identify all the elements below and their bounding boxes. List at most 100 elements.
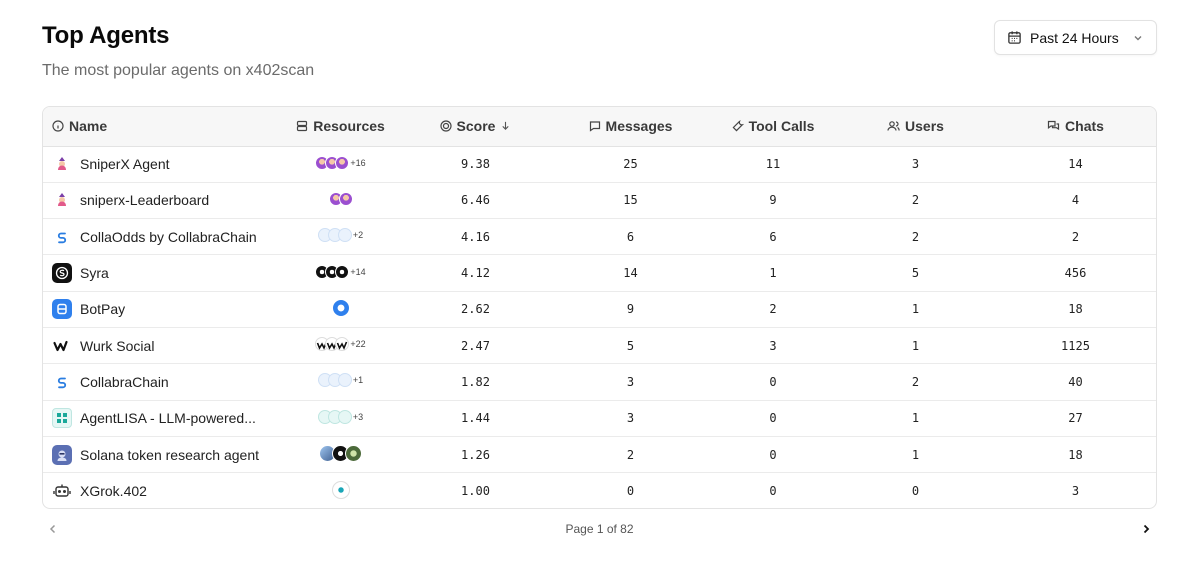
pagination: Page 1 of 82 bbox=[42, 518, 1157, 540]
sniperx-icon bbox=[52, 190, 72, 210]
messages-value: 14 bbox=[623, 266, 638, 281]
resource-avatar bbox=[331, 298, 350, 317]
solana-agent-icon bbox=[52, 444, 72, 465]
column-header-name[interactable]: Name bbox=[43, 107, 283, 146]
server-icon bbox=[296, 120, 308, 132]
messages-value: 6 bbox=[626, 229, 635, 244]
resources-more-count: +1 bbox=[352, 375, 364, 386]
resources-avatars: +2 bbox=[317, 228, 363, 243]
tool-calls-value: 0 bbox=[769, 484, 777, 499]
chats-value: 4 bbox=[1071, 193, 1080, 208]
agents-table: Name Resources Score Messages Tool Calls… bbox=[42, 106, 1157, 509]
table-row[interactable]: SniperX Agent +16 9.38 25 11 3 14 bbox=[43, 146, 1156, 183]
resources-more-count: +3 bbox=[352, 411, 364, 422]
agent-name[interactable]: SniperX Agent bbox=[80, 156, 170, 172]
score-value: 1.44 bbox=[461, 411, 490, 426]
agent-name[interactable]: sniperx-Leaderboard bbox=[80, 192, 209, 208]
users-value: 2 bbox=[911, 229, 920, 244]
agent-name[interactable]: Wurk Social bbox=[80, 338, 154, 354]
messages-value: 3 bbox=[626, 411, 635, 426]
column-header-chats[interactable]: Chats bbox=[993, 107, 1156, 146]
tool-calls-value: 0 bbox=[769, 447, 777, 462]
chats-icon bbox=[1047, 120, 1060, 132]
chats-value: 2 bbox=[1071, 229, 1080, 244]
resource-avatar bbox=[335, 337, 350, 352]
resources-more-count: +16 bbox=[350, 157, 366, 168]
users-value: 1 bbox=[911, 302, 920, 317]
page-subtitle: The most popular agents on x402scan bbox=[42, 62, 315, 79]
agent-name[interactable]: XGrok.402 bbox=[80, 483, 147, 499]
column-header-users[interactable]: Users bbox=[838, 107, 993, 146]
info-circle-icon bbox=[52, 120, 64, 132]
previous-page-button[interactable] bbox=[42, 518, 64, 540]
resource-avatar bbox=[337, 373, 352, 388]
resources-avatars: +1 bbox=[317, 373, 364, 388]
agent-name[interactable]: BotPay bbox=[80, 301, 125, 317]
messages-value: 0 bbox=[626, 484, 635, 499]
target-icon bbox=[439, 120, 452, 132]
table-row[interactable]: Wurk Social +22 2.47 5 3 1 1125 bbox=[43, 327, 1156, 364]
tool-calls-value: 0 bbox=[769, 374, 777, 389]
resources-avatars: +3 bbox=[317, 409, 364, 424]
sniperx-icon bbox=[52, 154, 72, 174]
table-row[interactable]: sniperx-Leaderboard 6.46 15 9 2 4 bbox=[43, 182, 1156, 219]
resources-avatars: +22 bbox=[315, 337, 366, 352]
users-value: 2 bbox=[911, 374, 920, 389]
users-icon bbox=[887, 120, 900, 132]
next-page-button[interactable] bbox=[1135, 518, 1157, 540]
users-value: 3 bbox=[911, 157, 920, 172]
agent-name[interactable]: Syra bbox=[80, 265, 109, 281]
messages-value: 25 bbox=[623, 157, 638, 172]
table-row[interactable]: XGrok.402 1.00 0 0 0 3 bbox=[43, 473, 1156, 508]
chats-value: 14 bbox=[1068, 157, 1083, 172]
table-row[interactable]: CollaOdds by CollabraChain +2 4.16 6 6 2… bbox=[43, 219, 1156, 255]
agent-name[interactable]: CollabraChain bbox=[80, 374, 169, 390]
table-row[interactable]: AgentLISA - LLM-powered... +3 1.44 3 0 1… bbox=[43, 400, 1156, 437]
tool-calls-value: 1 bbox=[769, 266, 777, 281]
page-title: Top Agents bbox=[42, 22, 170, 49]
robot-icon bbox=[52, 481, 72, 501]
tool-calls-value: 0 bbox=[769, 411, 777, 426]
collabrachain-icon bbox=[52, 372, 72, 392]
time-range-select[interactable]: Past 24 Hours bbox=[994, 20, 1157, 55]
resource-avatar bbox=[331, 480, 350, 499]
page-indicator: Page 1 of 82 bbox=[565, 522, 634, 536]
score-value: 2.47 bbox=[461, 338, 490, 353]
users-value: 5 bbox=[911, 266, 920, 281]
agent-name[interactable]: Solana token research agent bbox=[80, 447, 259, 463]
chats-value: 1125 bbox=[1061, 338, 1090, 353]
resources-avatars bbox=[328, 191, 353, 206]
collabrachain-icon bbox=[52, 227, 72, 247]
column-header-tool-calls[interactable]: Tool Calls bbox=[708, 107, 838, 146]
tool-calls-value: 11 bbox=[765, 157, 781, 172]
wrench-icon bbox=[732, 119, 744, 132]
chats-value: 18 bbox=[1068, 447, 1083, 462]
resources-more-count: +22 bbox=[350, 339, 366, 350]
messages-value: 9 bbox=[626, 302, 635, 317]
agent-name[interactable]: CollaOdds by CollabraChain bbox=[80, 229, 257, 245]
tool-calls-value: 6 bbox=[769, 229, 777, 244]
resources-avatars bbox=[319, 444, 362, 462]
score-value: 4.12 bbox=[461, 266, 490, 281]
chats-value: 18 bbox=[1068, 302, 1083, 317]
messages-value: 2 bbox=[626, 447, 635, 462]
chats-value: 3 bbox=[1071, 484, 1080, 499]
table-row[interactable]: Solana token research agent 1.26 2 0 1 1… bbox=[43, 436, 1156, 473]
score-value: 1.26 bbox=[461, 447, 490, 462]
score-value: 1.82 bbox=[461, 374, 490, 389]
agent-name[interactable]: AgentLISA - LLM-powered... bbox=[80, 410, 256, 426]
column-header-score[interactable]: Score bbox=[398, 107, 553, 146]
score-value: 9.38 bbox=[461, 157, 490, 172]
message-icon bbox=[589, 120, 601, 132]
column-header-messages[interactable]: Messages bbox=[553, 107, 708, 146]
resources-avatars: +14 bbox=[315, 264, 366, 279]
resource-avatar bbox=[335, 155, 350, 170]
table-row[interactable]: CollabraChain +1 1.82 3 0 2 40 bbox=[43, 364, 1156, 401]
tool-calls-value: 3 bbox=[769, 338, 777, 353]
table-row[interactable]: Syra +14 4.12 14 1 5 456 bbox=[43, 255, 1156, 292]
score-value: 2.62 bbox=[461, 302, 490, 317]
table-row[interactable]: BotPay 2.62 9 2 1 18 bbox=[43, 291, 1156, 328]
table-header-row: Name Resources Score Messages Tool Calls… bbox=[43, 107, 1156, 146]
column-header-resources[interactable]: Resources bbox=[283, 107, 398, 146]
resources-more-count: +14 bbox=[350, 266, 366, 277]
